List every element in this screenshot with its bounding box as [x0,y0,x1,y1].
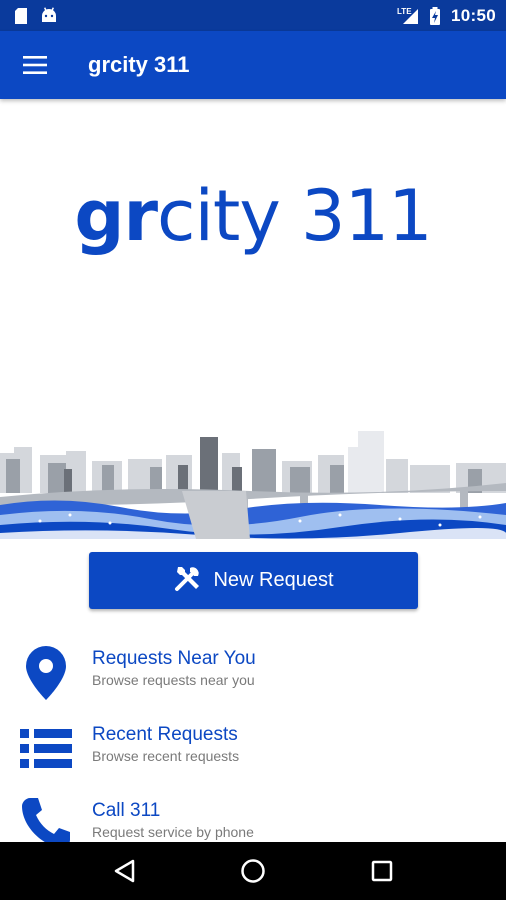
location-pin-icon [18,645,74,701]
new-request-label: New Request [213,569,334,591]
android-icon [40,6,58,25]
recents-icon[interactable] [358,847,406,895]
menu-item-title: Requests Near You [92,648,256,669]
app-bar: grcity 311 [0,31,506,99]
system-nav-bar [0,842,506,900]
brand-logo: grcity 311 [0,175,506,257]
menu-item-recent-requests[interactable]: Recent Requests Browse recent requests [0,714,506,784]
menu-item-title: Recent Requests [92,724,238,745]
menu-item-title: Call 311 [92,800,161,821]
light-tower [348,431,384,493]
brand-logo-light: city 311 [156,175,433,257]
app-title: grcity 311 [88,52,190,77]
status-bar: LTE 10:50 [0,0,506,31]
menu-item-requests-near-you[interactable]: Requests Near You Browse requests near y… [0,638,506,708]
status-right: LTE 10:50 [397,6,496,26]
network-type-label: LTE [397,6,412,16]
sd-card-icon [12,7,30,25]
menu-item-subtitle: Browse requests near you [92,672,255,688]
hamburger-menu-icon[interactable] [0,31,70,99]
status-time: 10:50 [451,5,496,25]
signal-icon: LTE [397,7,419,25]
tools-icon [173,563,203,599]
battery-charging-icon [429,6,441,25]
menu-item-subtitle: Request service by phone [92,824,254,840]
back-icon[interactable] [100,847,148,895]
menu-item-subtitle: Browse recent requests [92,748,240,764]
menu-item-text: Recent Requests Browse recent requests [92,724,239,766]
new-request-button[interactable]: New Request [89,552,418,609]
home-icon[interactable] [229,847,277,895]
status-left [12,6,58,25]
menu-item-text: Call 311 Request service by phone [92,800,254,842]
menu-item-text: Requests Near You Browse requests near y… [92,648,256,690]
list-icon [18,721,74,777]
brand-logo-bold: gr [74,175,158,257]
city-skyline-illustration [0,431,506,539]
